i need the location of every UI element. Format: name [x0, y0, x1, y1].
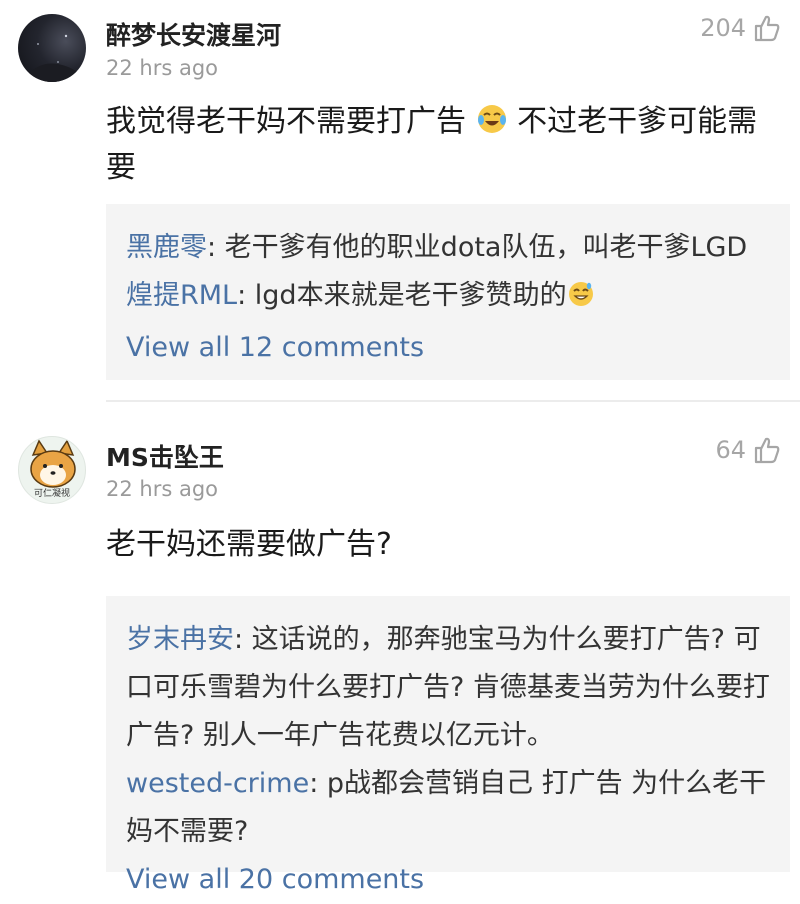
like-count: 64	[715, 436, 746, 464]
reply-box: 黑鹿零: 老干爹有他的职业dota队伍，叫老干爹LGD 煌提RML: lgd本来…	[106, 204, 790, 380]
comment-username[interactable]: MS击坠王	[106, 438, 224, 474]
avatar-caption: 可仁凝视	[33, 489, 70, 499]
comment-text: 我觉得老干妈不需要打广告	[106, 104, 466, 139]
laughing-tears-emoji-icon	[476, 103, 508, 147]
grinning-sweat-emoji-icon	[567, 276, 595, 324]
comment-timestamp: 22 hrs ago	[106, 477, 219, 501]
user-avatar[interactable]: 可仁凝视	[18, 436, 86, 504]
reply-item: 岁末冉安: 这话说的，那奔驰宝马为什么要打广告? 可口可乐雪碧为什么要打广告? …	[126, 616, 770, 760]
night-sky-avatar-icon	[18, 34, 86, 82]
reply-username[interactable]: wested-crime	[126, 768, 309, 799]
like-button[interactable]: 204	[700, 14, 780, 42]
thumbs-up-icon	[754, 436, 780, 464]
like-count: 204	[700, 14, 746, 42]
comment-timestamp: 22 hrs ago	[106, 56, 219, 80]
reply-username[interactable]: 岁末冉安	[126, 624, 234, 655]
thumbs-up-icon	[754, 14, 780, 42]
reply-username[interactable]: 黑鹿零	[126, 232, 207, 263]
reply-item: 黑鹿零: 老干爹有他的职业dota队伍，叫老干爹LGD	[126, 224, 770, 272]
like-button[interactable]: 64	[715, 436, 780, 464]
user-avatar[interactable]	[18, 14, 86, 82]
reply-box: 岁末冉安: 这话说的，那奔驰宝马为什么要打广告? 可口可乐雪碧为什么要打广告? …	[106, 596, 790, 895]
reply-username[interactable]: 煌提RML	[126, 280, 237, 311]
comment-body: 老干妈还需要做广告?	[106, 527, 392, 562]
comment-body: 我觉得老干妈不需要打广告 不过老干爹可能需要	[106, 101, 778, 189]
view-all-comments-link[interactable]: View all 20 comments	[126, 856, 770, 904]
reply-item: wested-crime: p战都会营销自己 打广告 为什么老干妈不需要?	[126, 760, 770, 856]
reply-text: : lgd本来就是老干爹赞助的	[237, 280, 567, 311]
reply-text: : 老干爹有他的职业dota队伍，叫老干爹LGD	[207, 232, 748, 263]
comment-username[interactable]: 醉梦长安渡星河	[106, 16, 281, 52]
view-all-comments-link[interactable]: View all 12 comments	[126, 324, 770, 372]
reply-item: 煌提RML: lgd本来就是老干爹赞助的	[126, 272, 770, 324]
